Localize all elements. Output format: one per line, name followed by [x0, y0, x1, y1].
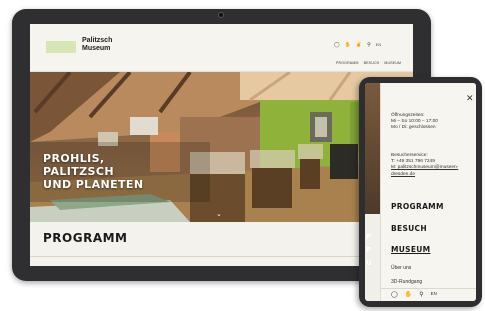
- logo-mark[interactable]: [46, 41, 76, 53]
- visitor-service: Besucherservice: T: +49 351 796 7249 M: …: [391, 153, 473, 178]
- language-switch[interactable]: EN: [376, 42, 382, 48]
- menu-item-museum[interactable]: MUSEUM: [391, 245, 430, 254]
- logo-line-2: Museum: [82, 45, 111, 52]
- peek-letter: P: [366, 233, 372, 241]
- site-logo[interactable]: Palitzsch Museum: [82, 37, 142, 53]
- mobile-menu: ✕ Öffnungszeiten: Mi – So 10:00 – 17:00 …: [380, 83, 476, 301]
- search-icon[interactable]: ⚲: [419, 291, 423, 298]
- nav-item-besuch[interactable]: BESUCH: [364, 61, 380, 65]
- search-icon[interactable]: ⚲: [367, 42, 371, 48]
- hero-title: PROHLIS, PALITZSCH UND PLANETEN: [43, 152, 193, 191]
- site-header: Palitzsch Museum ◯ ✋ ✌ ⚲ EN PROGRAMM BES…: [30, 24, 413, 72]
- sign-language-icon[interactable]: ✌: [356, 42, 362, 48]
- footer-icons: ◯ ✋ ⚲ EN: [391, 291, 437, 298]
- hero-image: PROHLIS, PALITZSCH UND PLANETEN ⌄: [30, 72, 413, 222]
- hero-title-line-2: PALITZSCH: [43, 165, 114, 178]
- peek-text: P P U: [366, 231, 378, 270]
- peek-letter: U: [366, 259, 372, 267]
- tablet-screen: Palitzsch Museum ◯ ✋ ✌ ⚲ EN PROGRAMM BES…: [30, 24, 413, 266]
- hand-icon[interactable]: ✋: [345, 42, 351, 48]
- nav-item-museum[interactable]: MUSEUM: [384, 61, 401, 65]
- accessibility-icon[interactable]: ◯: [334, 42, 340, 48]
- menu-footer: ◯ ✋ ⚲ EN: [381, 288, 476, 301]
- phone-screen: P P U ✕ Öffnungszeiten: Mi – So 10:00 – …: [365, 83, 476, 301]
- language-switch[interactable]: EN: [431, 291, 437, 298]
- hero-title-line-1: PROHLIS,: [43, 152, 105, 165]
- logo-line-1: Palitzsch: [82, 37, 113, 44]
- header-icons: ◯ ✋ ✌ ⚲ EN: [334, 42, 381, 48]
- menu-item-besuch[interactable]: BESUCH: [391, 224, 427, 233]
- divider: [30, 256, 413, 257]
- opening-hours: Öffnungszeiten: Mi – So 10:00 – 17:00 Mo…: [391, 113, 473, 132]
- opening-hours-line: Mo / Di: geschlossen: [391, 125, 436, 131]
- camera-icon: [218, 12, 224, 18]
- submenu-item-3d-rundgang[interactable]: 3D-Rundgang: [391, 279, 422, 285]
- submenu-item-ueber-uns[interactable]: Über uns: [391, 265, 411, 271]
- page-behind-menu: P P U: [365, 83, 380, 301]
- section-title: PROGRAMM: [43, 231, 128, 245]
- nav-item-programm[interactable]: PROGRAMM: [336, 61, 359, 65]
- hero-title-line-3: UND PLANETEN: [43, 178, 144, 191]
- chevron-down-icon[interactable]: ⌄: [216, 210, 222, 218]
- accessibility-icon[interactable]: ◯: [391, 291, 398, 298]
- email-link-cont[interactable]: dresden.de: [391, 172, 473, 178]
- phone-device: P P U ✕ Öffnungszeiten: Mi – So 10:00 – …: [359, 77, 482, 307]
- exhibition-room-illustration: [30, 72, 413, 222]
- peek-letter: P: [366, 246, 372, 254]
- close-icon[interactable]: ✕: [466, 93, 474, 104]
- hand-icon[interactable]: ✋: [405, 291, 412, 298]
- menu-item-programm[interactable]: PROGRAMM: [391, 202, 444, 211]
- main-nav: PROGRAMM BESUCH MUSEUM: [336, 61, 401, 65]
